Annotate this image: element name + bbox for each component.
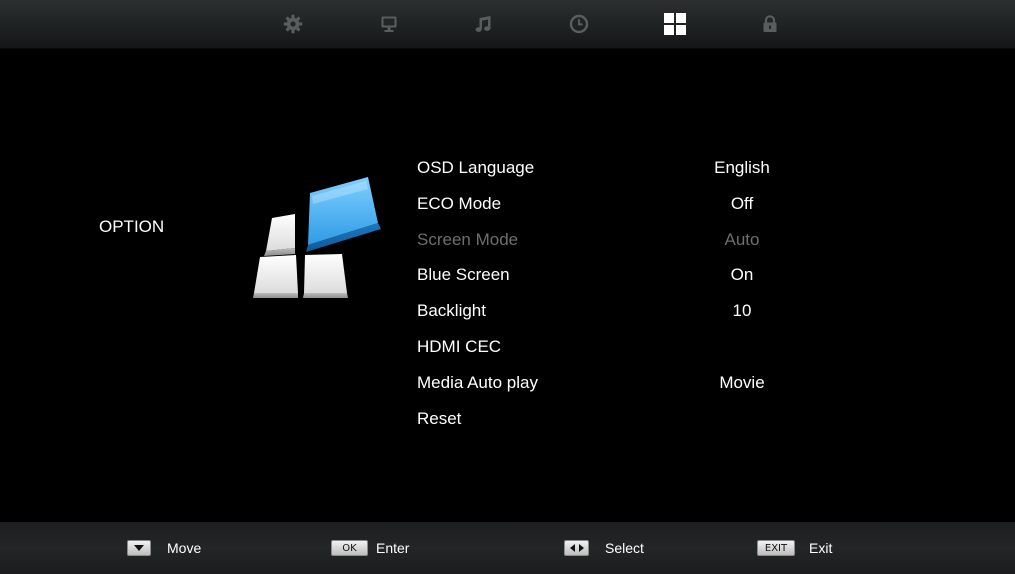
menu-item-hdmi-cec[interactable]: HDMI CEC: [417, 331, 837, 367]
menu-item-value: English: [714, 158, 770, 177]
monitor-icon: [381, 16, 397, 32]
menu-item-blue-screen[interactable]: Blue Screen On: [417, 259, 837, 295]
menu-item-media-auto-play[interactable]: Media Auto play Movie: [417, 367, 837, 403]
option-menu-panel: OPTION OSD Language English ECO Mode Off…: [0, 49, 1015, 521]
menu-item-label: OSD Language: [417, 158, 535, 177]
menu-item-label: Blue Screen: [417, 265, 510, 285]
menu-item-reset[interactable]: Reset: [417, 403, 837, 439]
menu-item-label: Reset: [417, 408, 462, 428]
ok-key-icon: OK: [331, 540, 368, 556]
menu-item-screen-mode: Screen Mode Auto: [417, 224, 837, 260]
menu-item-value: Off: [730, 193, 754, 213]
hint-select: Select: [564, 538, 644, 558]
grid-icon: [664, 13, 686, 35]
category-title: OPTION: [99, 217, 165, 236]
tab-time[interactable]: [565, 10, 593, 38]
menu-item-label: Screen Mode: [417, 229, 519, 249]
menu-item-value: Movie: [719, 372, 765, 392]
option-blocks-icon: [253, 177, 381, 298]
menu-item-label: Backlight: [417, 301, 486, 321]
menu-item-value: On: [730, 265, 754, 285]
menu-item-backlight[interactable]: Backlight 10: [417, 295, 837, 331]
hint-enter: OK Enter: [331, 538, 409, 558]
tab-option[interactable]: [661, 10, 689, 38]
hint-move: Move: [127, 538, 201, 558]
menu-item-osd-language[interactable]: OSD Language English: [417, 152, 837, 188]
menu-item-label: HDMI CEC: [417, 336, 502, 356]
menu-item-eco-mode[interactable]: ECO Mode Off: [417, 188, 837, 224]
top-tab-bar: [0, 0, 1015, 49]
lock-icon: [763, 15, 777, 32]
left-right-arrow-key-icon: [564, 540, 589, 556]
key-hint-bar: Move OK Enter Select EXIT Exit: [0, 522, 1015, 574]
tab-screen[interactable]: [375, 10, 403, 38]
menu-item-label: ECO Mode: [417, 193, 502, 213]
tab-picture[interactable]: [279, 10, 307, 38]
hint-exit: EXIT Exit: [757, 538, 832, 558]
down-arrow-key-icon: [127, 540, 151, 556]
settings-list: OSD Language English ECO Mode Off Screen…: [417, 152, 837, 438]
menu-item-label: Media Auto play: [417, 372, 538, 392]
music-note-icon: [475, 16, 491, 32]
tab-lock[interactable]: [756, 10, 784, 38]
hint-move-label: Move: [167, 540, 202, 556]
exit-key-icon: EXIT: [757, 540, 795, 556]
hint-select-label: Select: [605, 540, 644, 556]
menu-item-value: 10: [732, 301, 752, 321]
tab-sound[interactable]: [469, 10, 497, 38]
hint-enter-label: Enter: [376, 540, 410, 556]
gear-icon: [283, 14, 303, 34]
menu-item-value: Auto: [724, 229, 760, 249]
clock-icon: [569, 14, 589, 34]
hint-exit-label: Exit: [809, 540, 833, 556]
